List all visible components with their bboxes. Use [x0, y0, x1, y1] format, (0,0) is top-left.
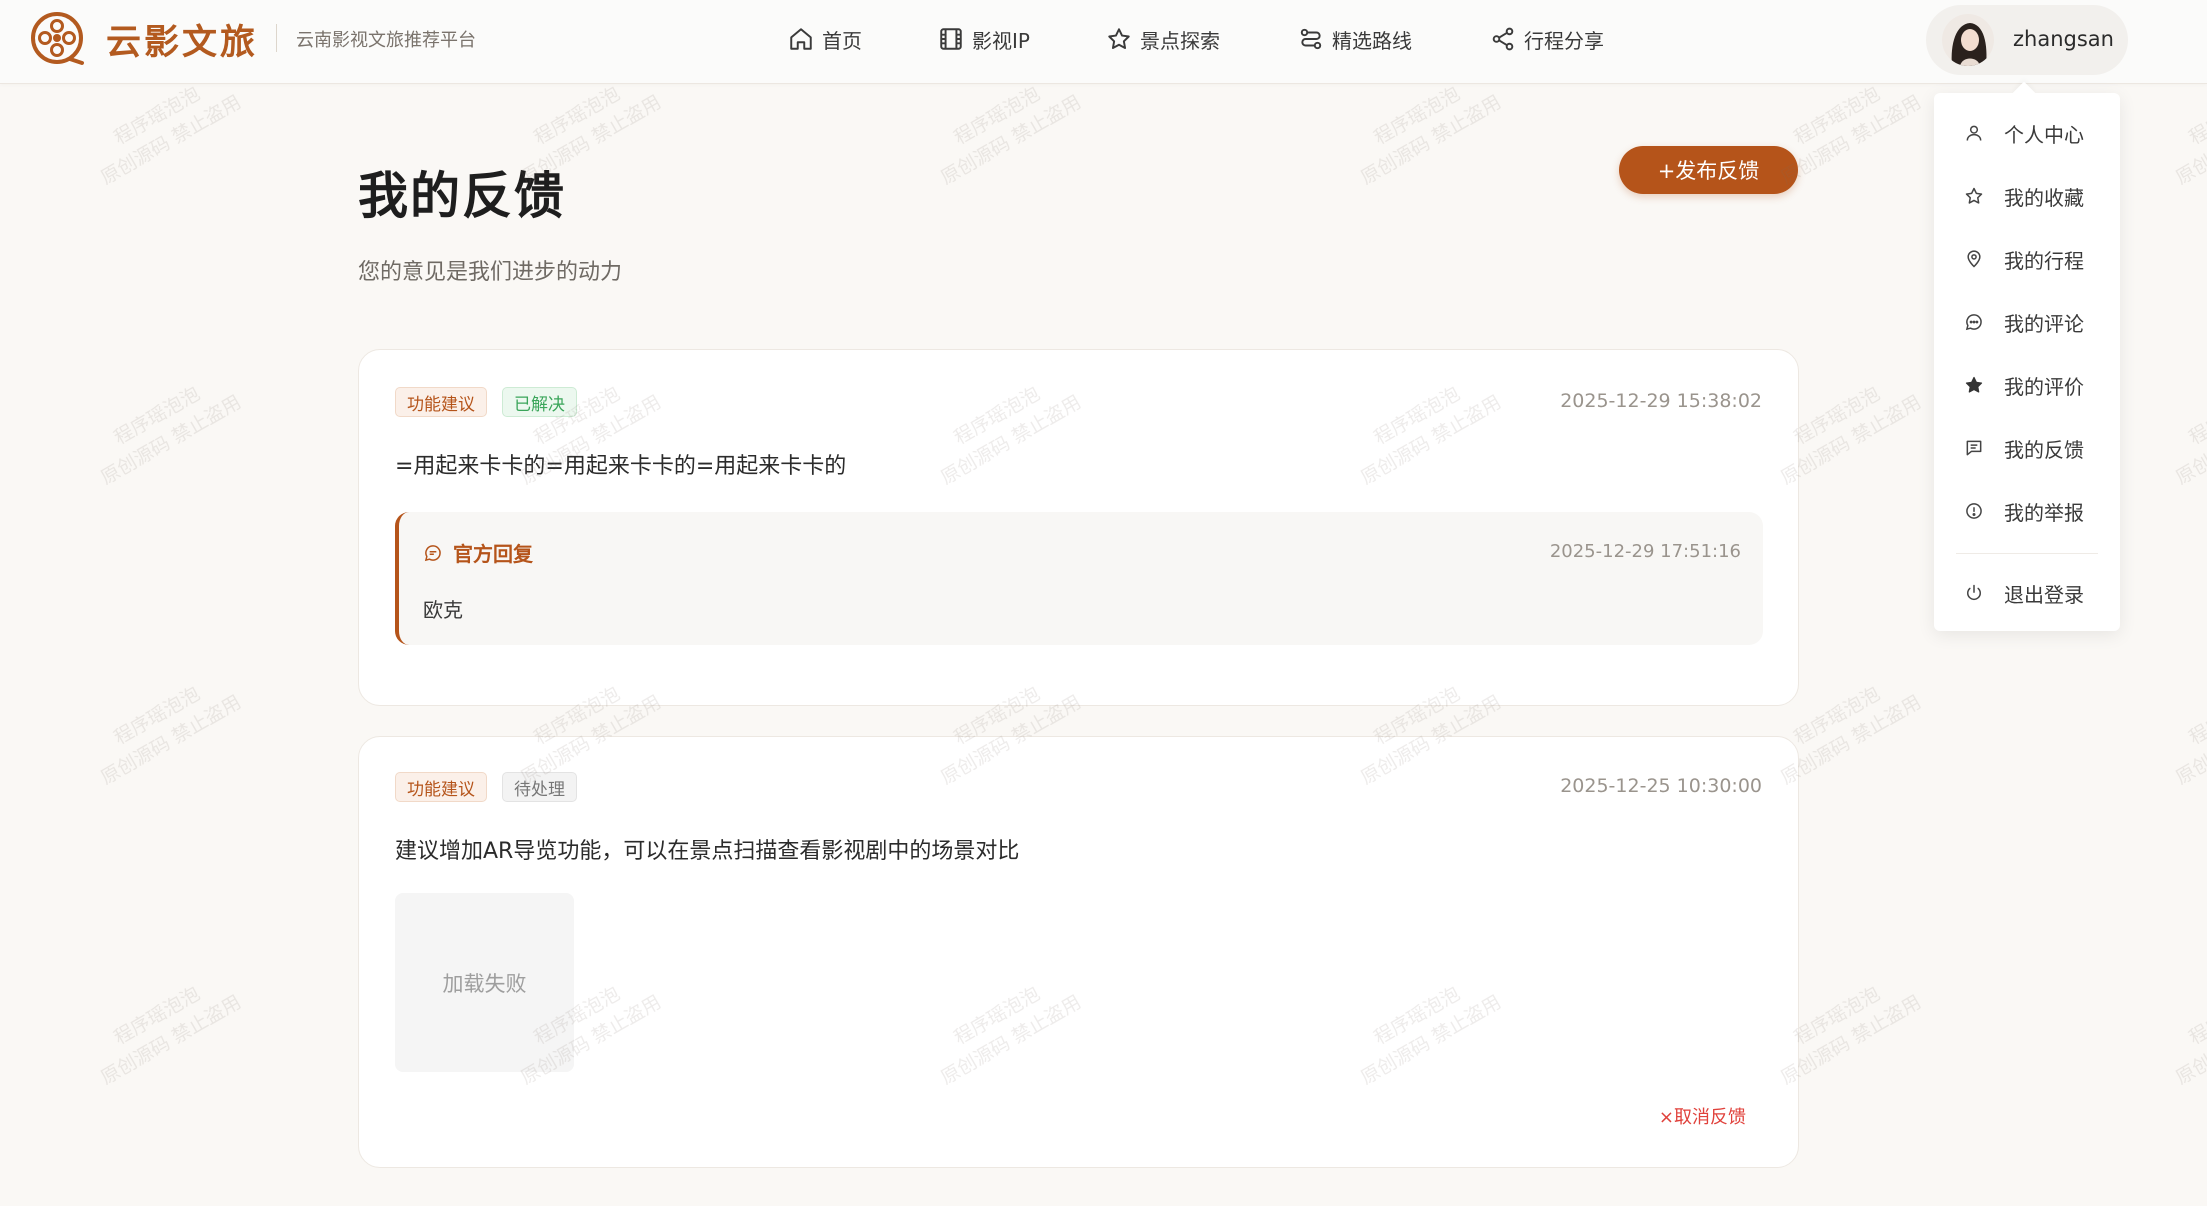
- power-icon: [1967, 584, 1981, 600]
- chat-bubble-icon: [1965, 314, 1982, 331]
- reply-time: 2025-12-29 17:51:16: [1549, 541, 1741, 562]
- menu-item-logout[interactable]: 退出登录: [1934, 571, 2120, 615]
- feedback-time: 2025-12-29 15:38:02: [1560, 390, 1762, 412]
- star-outline-icon: [1965, 187, 1983, 204]
- film-icon: [940, 28, 962, 50]
- brand-divider: [276, 24, 277, 52]
- menu-item-label: 我的举报: [2004, 500, 2084, 525]
- reply-content: 欧克: [423, 598, 463, 622]
- user-menu-trigger[interactable]: zhangsan: [1926, 5, 2128, 75]
- nav-label: 精选路线: [1332, 28, 1412, 53]
- nav-item-trip-share[interactable]: 行程分享: [1490, 22, 1604, 56]
- menu-item-label: 我的反馈: [2004, 437, 2084, 462]
- menu-item-label: 我的评论: [2004, 311, 2084, 336]
- message-square-icon: [1966, 440, 1982, 456]
- top-navbar: 云影文旅 云南影视文旅推荐平台 首页 影视IP 景点探索 精选路线 行程分享 z…: [0, 0, 2207, 84]
- feedback-content: =用起来卡卡的=用起来卡卡的=用起来卡卡的: [395, 454, 847, 479]
- home-icon: [790, 28, 812, 50]
- nav-label: 首页: [822, 28, 862, 53]
- publish-feedback-button[interactable]: +发布反馈: [1619, 146, 1798, 194]
- user-icon: [1966, 125, 1982, 141]
- menu-item-label: 我的收藏: [2004, 185, 2084, 210]
- menu-item-profile[interactable]: 个人中心: [1934, 111, 2120, 155]
- feedback-time: 2025-12-25 10:30:00: [1560, 775, 1762, 797]
- nav-item-film-ip[interactable]: 影视IP: [938, 22, 1030, 56]
- feedback-content: 建议增加AR导览功能，可以在景点扫描查看影视剧中的场景对比: [395, 839, 1020, 864]
- avatar[interactable]: [1942, 14, 1994, 66]
- brand-subtitle: 云南影视文旅推荐平台: [296, 30, 476, 51]
- menu-item-label: 个人中心: [2004, 122, 2084, 147]
- menu-item-feedback[interactable]: 我的反馈: [1934, 426, 2120, 470]
- user-dropdown-menu: 个人中心 我的收藏 我的行程 我的评论 我的评价 我的反馈 我的举报 退出登录: [1934, 93, 2120, 631]
- feedback-type-tag: 功能建议: [395, 387, 487, 417]
- nav-item-home[interactable]: 首页: [788, 22, 862, 56]
- nav-item-attractions[interactable]: 景点探索: [1106, 22, 1220, 56]
- alert-circle-icon: [1966, 503, 1982, 519]
- cancel-feedback-button[interactable]: ×取消反馈: [1659, 1103, 1746, 1129]
- nav-label: 行程分享: [1524, 28, 1604, 53]
- status-badge-resolved: 已解决: [502, 387, 577, 417]
- brand-name[interactable]: 云影文旅: [106, 14, 258, 65]
- route-icon: [1300, 28, 1322, 50]
- nav-label: 景点探索: [1140, 28, 1220, 53]
- page-title: 我的反馈: [358, 166, 566, 225]
- star-icon: [1108, 28, 1130, 49]
- feedback-card: 功能建议 已解决 2025-12-29 15:38:02 =用起来卡卡的=用起来…: [358, 349, 1799, 706]
- username: zhangsan: [2013, 27, 2114, 51]
- feedback-image-placeholder[interactable]: 加载失败: [395, 893, 574, 1072]
- menu-item-label: 退出登录: [2004, 582, 2084, 607]
- page-subtitle: 您的意见是我们进步的动力: [358, 260, 623, 285]
- watermark-text: 程序瑶泡泡原创源码 禁止盗用: [2172, 382, 2207, 490]
- feedback-card: 功能建议 待处理 2025-12-25 10:30:00 建议增加AR导览功能，…: [358, 736, 1799, 1168]
- watermark-text: 程序瑶泡泡原创源码 禁止盗用: [97, 982, 245, 1090]
- watermark-text: 程序瑶泡泡原创源码 禁止盗用: [97, 682, 245, 790]
- watermark-text: 程序瑶泡泡原创源码 禁止盗用: [2172, 682, 2207, 790]
- menu-item-label: 我的评价: [2004, 374, 2084, 399]
- reply-header: 官方回复: [423, 538, 533, 567]
- menu-item-favorites[interactable]: 我的收藏: [1934, 174, 2120, 218]
- watermark-text: 程序瑶泡泡原创源码 禁止盗用: [2172, 982, 2207, 1090]
- nav-label: 影视IP: [972, 28, 1030, 53]
- menu-divider: [1956, 553, 2098, 554]
- menu-item-reports[interactable]: 我的举报: [1934, 489, 2120, 533]
- nav-item-routes[interactable]: 精选路线: [1298, 22, 1412, 56]
- status-badge-pending: 待处理: [502, 772, 577, 802]
- film-reel-logo-icon[interactable]: [30, 11, 86, 67]
- location-pin-icon: [1967, 250, 1981, 268]
- watermark-text: 程序瑶泡泡原创源码 禁止盗用: [97, 382, 245, 490]
- official-reply: 官方回复 2025-12-29 17:51:16 欧克: [395, 512, 1763, 645]
- share-icon: [1492, 27, 1514, 51]
- menu-item-label: 我的行程: [2004, 248, 2084, 273]
- menu-item-comments[interactable]: 我的评论: [1934, 300, 2120, 344]
- chat-bubble-icon: [424, 544, 441, 561]
- star-filled-icon: [1965, 376, 1983, 393]
- reply-title: 官方回复: [453, 542, 533, 566]
- menu-item-itinerary[interactable]: 我的行程: [1934, 237, 2120, 281]
- menu-item-ratings[interactable]: 我的评价: [1934, 363, 2120, 407]
- feedback-type-tag: 功能建议: [395, 772, 487, 802]
